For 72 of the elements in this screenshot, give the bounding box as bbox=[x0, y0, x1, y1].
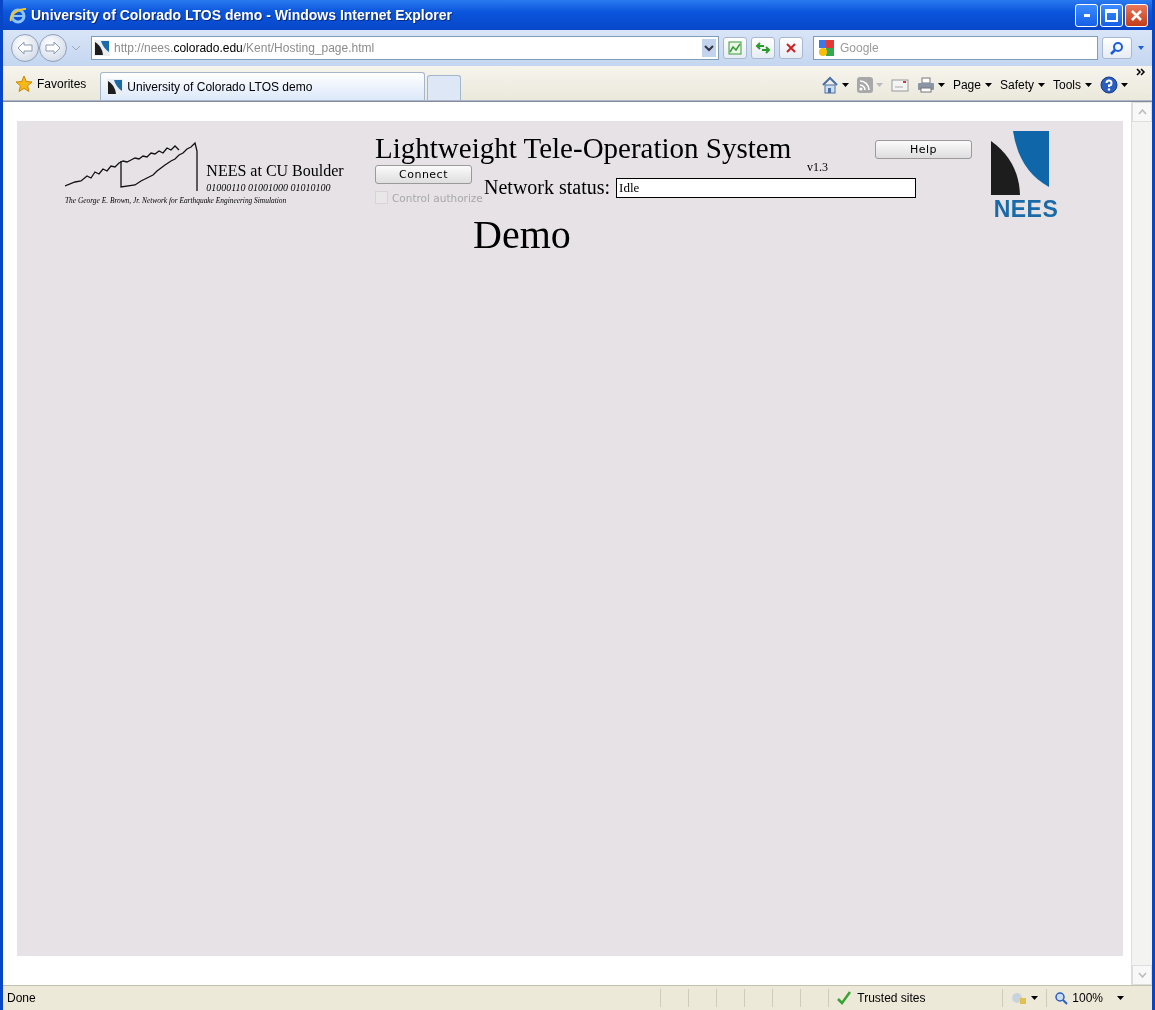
checkmark-icon bbox=[837, 991, 852, 1005]
zoom-button[interactable]: 100% bbox=[1046, 989, 1132, 1007]
refresh-button[interactable] bbox=[751, 37, 775, 59]
dropdown-icon[interactable] bbox=[1136, 44, 1146, 52]
help-button[interactable]: Help bbox=[875, 140, 972, 159]
help-button[interactable] bbox=[1100, 76, 1128, 94]
page-heading: Demo bbox=[473, 211, 571, 258]
search-icon bbox=[1110, 41, 1124, 55]
menu-button[interactable]: Tools bbox=[1053, 78, 1092, 92]
forward-button[interactable] bbox=[39, 34, 67, 62]
version-label: v1.3 bbox=[807, 160, 828, 175]
maximize-icon bbox=[1105, 8, 1118, 22]
refresh-icon bbox=[755, 41, 771, 55]
home-icon bbox=[820, 76, 839, 94]
back-arrow-icon bbox=[17, 41, 33, 55]
caret-icon bbox=[1085, 83, 1092, 87]
close-button[interactable] bbox=[1125, 3, 1148, 27]
menu-button[interactable]: Page bbox=[952, 78, 992, 92]
home-button[interactable] bbox=[820, 76, 849, 94]
caret-icon bbox=[875, 83, 883, 87]
window-title: University of Colorado LTOS demo - Windows Internet Explorer bbox=[31, 7, 453, 23]
site-favicon-icon bbox=[107, 78, 124, 95]
minimize-icon bbox=[1083, 13, 1090, 17]
caret-icon bbox=[1121, 83, 1128, 87]
maximize-button[interactable] bbox=[1100, 3, 1123, 27]
printer-icon bbox=[916, 77, 935, 93]
minimize-button[interactable] bbox=[1075, 3, 1098, 27]
network-status-label: Network status: bbox=[484, 176, 611, 199]
feed-icon bbox=[856, 77, 873, 93]
back-button[interactable] bbox=[11, 34, 39, 62]
site-favicon-icon bbox=[94, 40, 110, 56]
close-icon bbox=[1130, 8, 1143, 22]
dropdown-button[interactable] bbox=[702, 39, 716, 57]
chevron-up-icon bbox=[1137, 109, 1147, 115]
feeds-button[interactable] bbox=[856, 77, 883, 93]
magnifier-icon bbox=[1055, 991, 1069, 1005]
chevron-icon[interactable] bbox=[1136, 68, 1146, 76]
compatibility-view-button[interactable] bbox=[723, 37, 747, 59]
stop-button[interactable] bbox=[779, 37, 803, 59]
caret-icon bbox=[937, 83, 945, 87]
browser-logo-icon bbox=[9, 6, 27, 24]
status-text: Done bbox=[6, 991, 37, 1005]
star-icon bbox=[15, 75, 33, 92]
browser-tab[interactable]: University of Colorado LTOS demo bbox=[100, 72, 426, 100]
search-provider-icon bbox=[817, 39, 835, 57]
caret-icon bbox=[1038, 83, 1045, 87]
connect-button[interactable]: Connect bbox=[375, 165, 472, 184]
favorites-button[interactable]: Favorites bbox=[11, 75, 101, 100]
mail-icon[interactable] bbox=[890, 78, 909, 92]
nees-logo-text: NEES bbox=[993, 197, 1059, 221]
caret-icon bbox=[1031, 996, 1039, 1000]
chevron-icon bbox=[704, 44, 714, 52]
address-field[interactable]: http://nees.colorado.edu/Kent/Hosting_page.html bbox=[91, 36, 719, 60]
binary-text: 01000110 01001000 01010100 bbox=[206, 182, 332, 193]
forward-arrow-icon bbox=[45, 41, 61, 55]
network-status-field[interactable]: Idle bbox=[616, 177, 917, 198]
app-title: Lightweight Tele-Operation System bbox=[375, 131, 792, 165]
help-icon bbox=[1100, 76, 1118, 94]
caret-icon bbox=[984, 83, 992, 87]
menu-button[interactable]: Safety bbox=[999, 78, 1045, 92]
caret-icon bbox=[841, 83, 849, 87]
dropdown-icon[interactable] bbox=[71, 44, 81, 52]
print-button[interactable] bbox=[916, 77, 945, 93]
checkbox-label: Control authorize bbox=[392, 191, 483, 204]
stop-icon bbox=[785, 42, 797, 54]
security-zone-label[interactable]: Trusted sites bbox=[857, 991, 926, 1005]
search-button[interactable] bbox=[1102, 37, 1132, 59]
logo-title: NEES at CU Boulder bbox=[206, 162, 345, 180]
page-chart-icon bbox=[728, 41, 742, 55]
chevron-down-icon bbox=[1137, 972, 1147, 978]
caret-icon bbox=[1117, 996, 1124, 1000]
search-field[interactable]: Google bbox=[813, 36, 1098, 60]
